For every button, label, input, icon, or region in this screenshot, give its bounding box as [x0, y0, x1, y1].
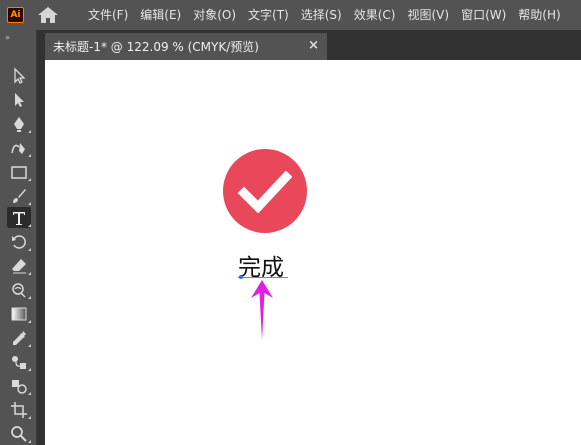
- app-logo-icon: Ai: [7, 7, 24, 23]
- text-anchor-point[interactable]: [239, 275, 243, 279]
- pen-icon: [14, 116, 24, 132]
- curvature-pen-icon: [11, 142, 25, 154]
- menu-type[interactable]: 文字(T): [248, 0, 289, 30]
- curvature-tool[interactable]: [7, 137, 31, 158]
- brush-icon: [13, 188, 26, 203]
- type-icon: [13, 211, 25, 225]
- menu-object[interactable]: 对象(O): [193, 0, 236, 30]
- artboard-icon: [11, 401, 27, 418]
- close-icon[interactable]: ×: [308, 38, 319, 54]
- zoom-icon: [11, 425, 27, 442]
- selection-tool[interactable]: [7, 65, 31, 86]
- warp-icon: [12, 282, 26, 298]
- eraser-icon: [12, 258, 26, 273]
- checkmark-circle-icon[interactable]: [223, 149, 307, 233]
- menu-effect[interactable]: 效果(C): [354, 0, 396, 30]
- rotate-tool[interactable]: [7, 231, 31, 252]
- rectangle-icon: [11, 165, 27, 179]
- zoom-tool[interactable]: [7, 423, 31, 444]
- gradient-tool[interactable]: [7, 303, 31, 324]
- blend-icon: [12, 355, 26, 369]
- paintbrush-tool[interactable]: [7, 185, 31, 206]
- menu-edit[interactable]: 编辑(E): [140, 0, 181, 30]
- panel-collapse-icon[interactable]: »: [5, 33, 10, 42]
- menu-window[interactable]: 窗口(W): [461, 0, 506, 30]
- gradient-icon: [11, 307, 27, 320]
- menu-select[interactable]: 选择(S): [301, 0, 342, 30]
- type-tool[interactable]: [7, 207, 31, 228]
- rectangle-tool[interactable]: [7, 161, 31, 182]
- eyedropper-tool[interactable]: [7, 327, 31, 348]
- arrow-outline-icon: [14, 66, 26, 84]
- blend-tool[interactable]: [7, 351, 31, 372]
- eyedropper-icon: [13, 330, 26, 345]
- arrow-filled-icon: [15, 92, 24, 107]
- artboard-canvas[interactable]: 完成: [45, 60, 581, 445]
- eraser-tool[interactable]: [7, 255, 31, 276]
- rotate-icon: [12, 234, 26, 249]
- menu-help[interactable]: 帮助(H): [518, 0, 560, 30]
- direct-selection-tool[interactable]: [7, 89, 31, 110]
- shape-builder-tool[interactable]: [7, 375, 31, 396]
- menu-file[interactable]: 文件(F): [88, 0, 128, 30]
- menu-bar: Ai 文件(F) 编辑(E) 对象(O) 文字(T) 选择(S) 效果(C) 视…: [0, 0, 581, 30]
- document-tab-title: 未标题-1* @ 122.09 % (CMYK/预览): [53, 40, 259, 54]
- warp-tool[interactable]: [7, 279, 31, 300]
- document-tab[interactable]: 未标题-1* @ 122.09 % (CMYK/预览) ×: [45, 33, 327, 60]
- document-tab-bar: 未标题-1* @ 122.09 % (CMYK/预览) ×: [37, 30, 581, 60]
- arrow-up-icon: [251, 280, 273, 340]
- home-icon[interactable]: [37, 6, 59, 24]
- artboard-tool[interactable]: [7, 399, 31, 420]
- menu-view[interactable]: 视图(V): [407, 0, 449, 30]
- shape-builder-icon: [12, 379, 27, 394]
- tools-panel: »: [0, 30, 37, 445]
- pen-tool[interactable]: [7, 113, 31, 134]
- main-menu: 文件(F) 编辑(E) 对象(O) 文字(T) 选择(S) 效果(C) 视图(V…: [88, 0, 573, 30]
